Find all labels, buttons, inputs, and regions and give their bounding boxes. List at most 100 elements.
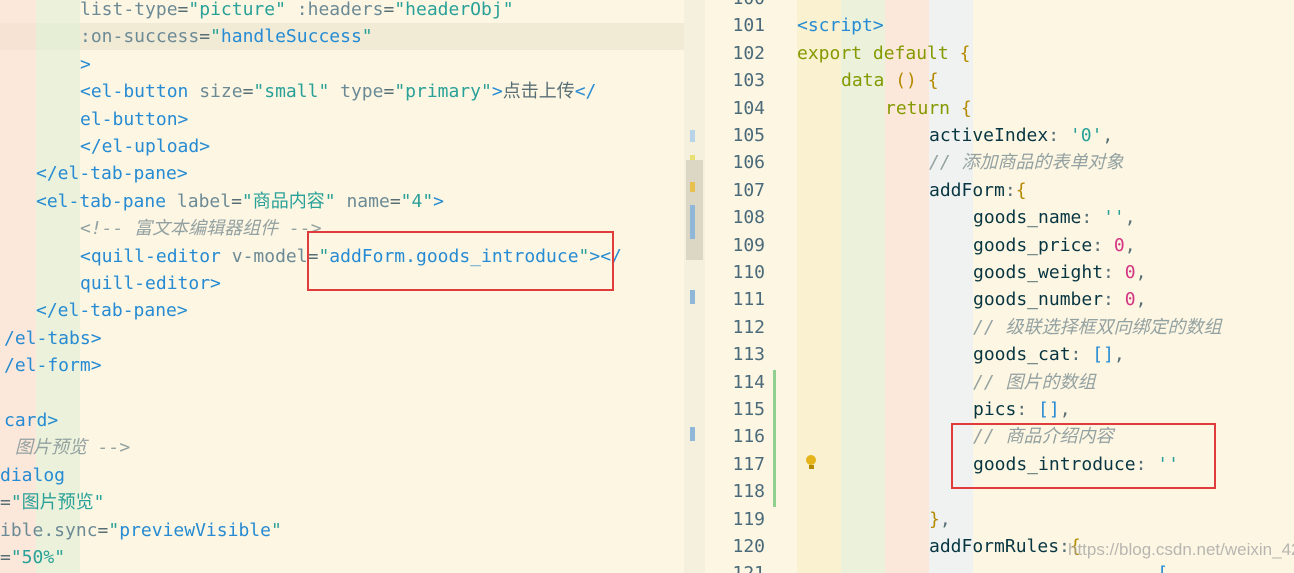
code-line[interactable]: goods_price: 0, [973,232,1136,259]
highlight-box-v-model [307,231,614,291]
line-number: 109 [732,234,765,256]
code-line[interactable]: card> [4,407,58,434]
code-line[interactable]: goods_number: 0, [973,286,1146,313]
token: > [491,81,503,103]
token: " [210,26,221,48]
token: { [960,97,972,119]
code-line[interactable]: /el-form> [4,352,102,379]
token: dialog [0,464,66,486]
token: : [1103,289,1125,311]
token: , [1135,289,1147,311]
code-line[interactable]: ible.sync="previewVisible" [0,517,282,544]
code-line[interactable]: /el-tabs> [4,325,102,352]
line-number: 105 [732,125,765,146]
token: <el-button [80,81,189,103]
code-line[interactable]: list-type="picture" :headers="headerObj" [80,0,514,23]
code-line[interactable]: pics: [], [973,396,1071,423]
token: , [939,508,951,530]
code-line[interactable]: <!-- 富文本编辑器组件 --> [80,215,322,242]
code-line[interactable]: ="50%" [0,544,65,571]
token: = [383,81,395,103]
token: " [108,519,120,541]
token: > [80,53,91,75]
code-line[interactable]: ="图片预览" [0,489,105,516]
code-line[interactable]: goods_weight: 0, [973,259,1146,286]
code-line[interactable]: </el-tab-pane> [36,160,188,187]
lightbulb-icon[interactable] [806,455,816,465]
token: , [1135,262,1147,283]
token: } [929,508,940,530]
token: , [1113,344,1125,366]
code-line[interactable]: return { [885,95,972,122]
line-number: 113 [732,344,765,366]
token: : [1081,207,1104,229]
code-line[interactable]: export default { [797,40,970,67]
token: : [1048,125,1070,146]
code-line[interactable]: // 级联选择框双向绑定的数组 [973,314,1222,341]
token: :on-success [80,26,200,48]
highlight-box-goods-introduce [951,423,1216,489]
token: :headers [296,0,384,20]
code-line[interactable]: 图片预览 --> [4,434,130,461]
code-line[interactable]: <script> [797,12,884,39]
token: </el-tab-pane> [36,163,188,185]
token: '' [1103,207,1125,229]
token: [ [1157,563,1168,573]
code-line[interactable]: dialog [0,462,65,489]
code-line[interactable]: el-button> [80,106,188,133]
scroll-marker [690,290,695,304]
token: : [1016,399,1039,420]
scrollbar-overview[interactable] [684,0,705,573]
token: [] [1092,344,1114,366]
code-line[interactable]: // 添加商品的表单对象 [929,149,1124,176]
token: { [927,70,939,92]
code-line[interactable]: > [80,51,91,78]
code-line[interactable]: </el-upload> [80,133,210,160]
token: data [841,70,885,92]
token: label [176,190,232,212]
left-editor-pane[interactable]: list-type="picture" :headers="headerObj"… [0,0,705,573]
code-line[interactable]: :on-success="handleSuccess" [80,23,373,50]
token: "primary" [394,81,492,103]
line-number: 117 [732,453,765,475]
token: previewVisible [119,519,271,541]
token: = [242,81,254,103]
token: " [270,519,282,541]
code-line[interactable]: addForm:{ [929,177,1027,204]
line-number: 103 [732,70,765,92]
code-line[interactable]: <el-button size="small" type="primary">点… [80,78,596,105]
token: goods_price [973,234,1093,256]
code-line[interactable]: activeIndex: '0', [929,122,1113,149]
token: export default [797,42,949,64]
token: "headerObj" [394,0,514,20]
line-number: 112 [732,316,765,338]
code-line[interactable]: goods_name: '', [973,204,1136,231]
line-number: 110 [732,262,765,283]
code-line[interactable]: }, [929,506,951,533]
token: , [1124,234,1136,256]
code-line[interactable]: [ [973,560,1168,573]
token: </el-tab-pane> [36,300,188,322]
token: , [1124,207,1136,229]
token: = [199,26,211,48]
token: 0 [1124,262,1136,283]
code-line[interactable]: quill-editor> [80,270,221,297]
code-line[interactable]: <el-tab-pane label="商品内容" name="4"> [36,188,444,215]
code-line[interactable]: goods_cat: [], [973,341,1125,368]
token: 点击上传 [502,81,575,103]
code-line[interactable]: data () { [841,67,939,94]
code-line[interactable]: </el-tab-pane> [36,297,188,324]
token: ible.sync [0,519,98,541]
token: // 图片的数组 [973,371,1096,393]
token: handleSuccess [220,26,362,48]
line-number: 107 [732,179,765,201]
token: list-type [80,0,178,20]
line-number: 108 [732,207,765,229]
code-line[interactable]: addFormRules:{ [929,533,1081,560]
token: [] [1038,399,1060,420]
code-line[interactable]: // 图片的数组 [973,369,1096,396]
